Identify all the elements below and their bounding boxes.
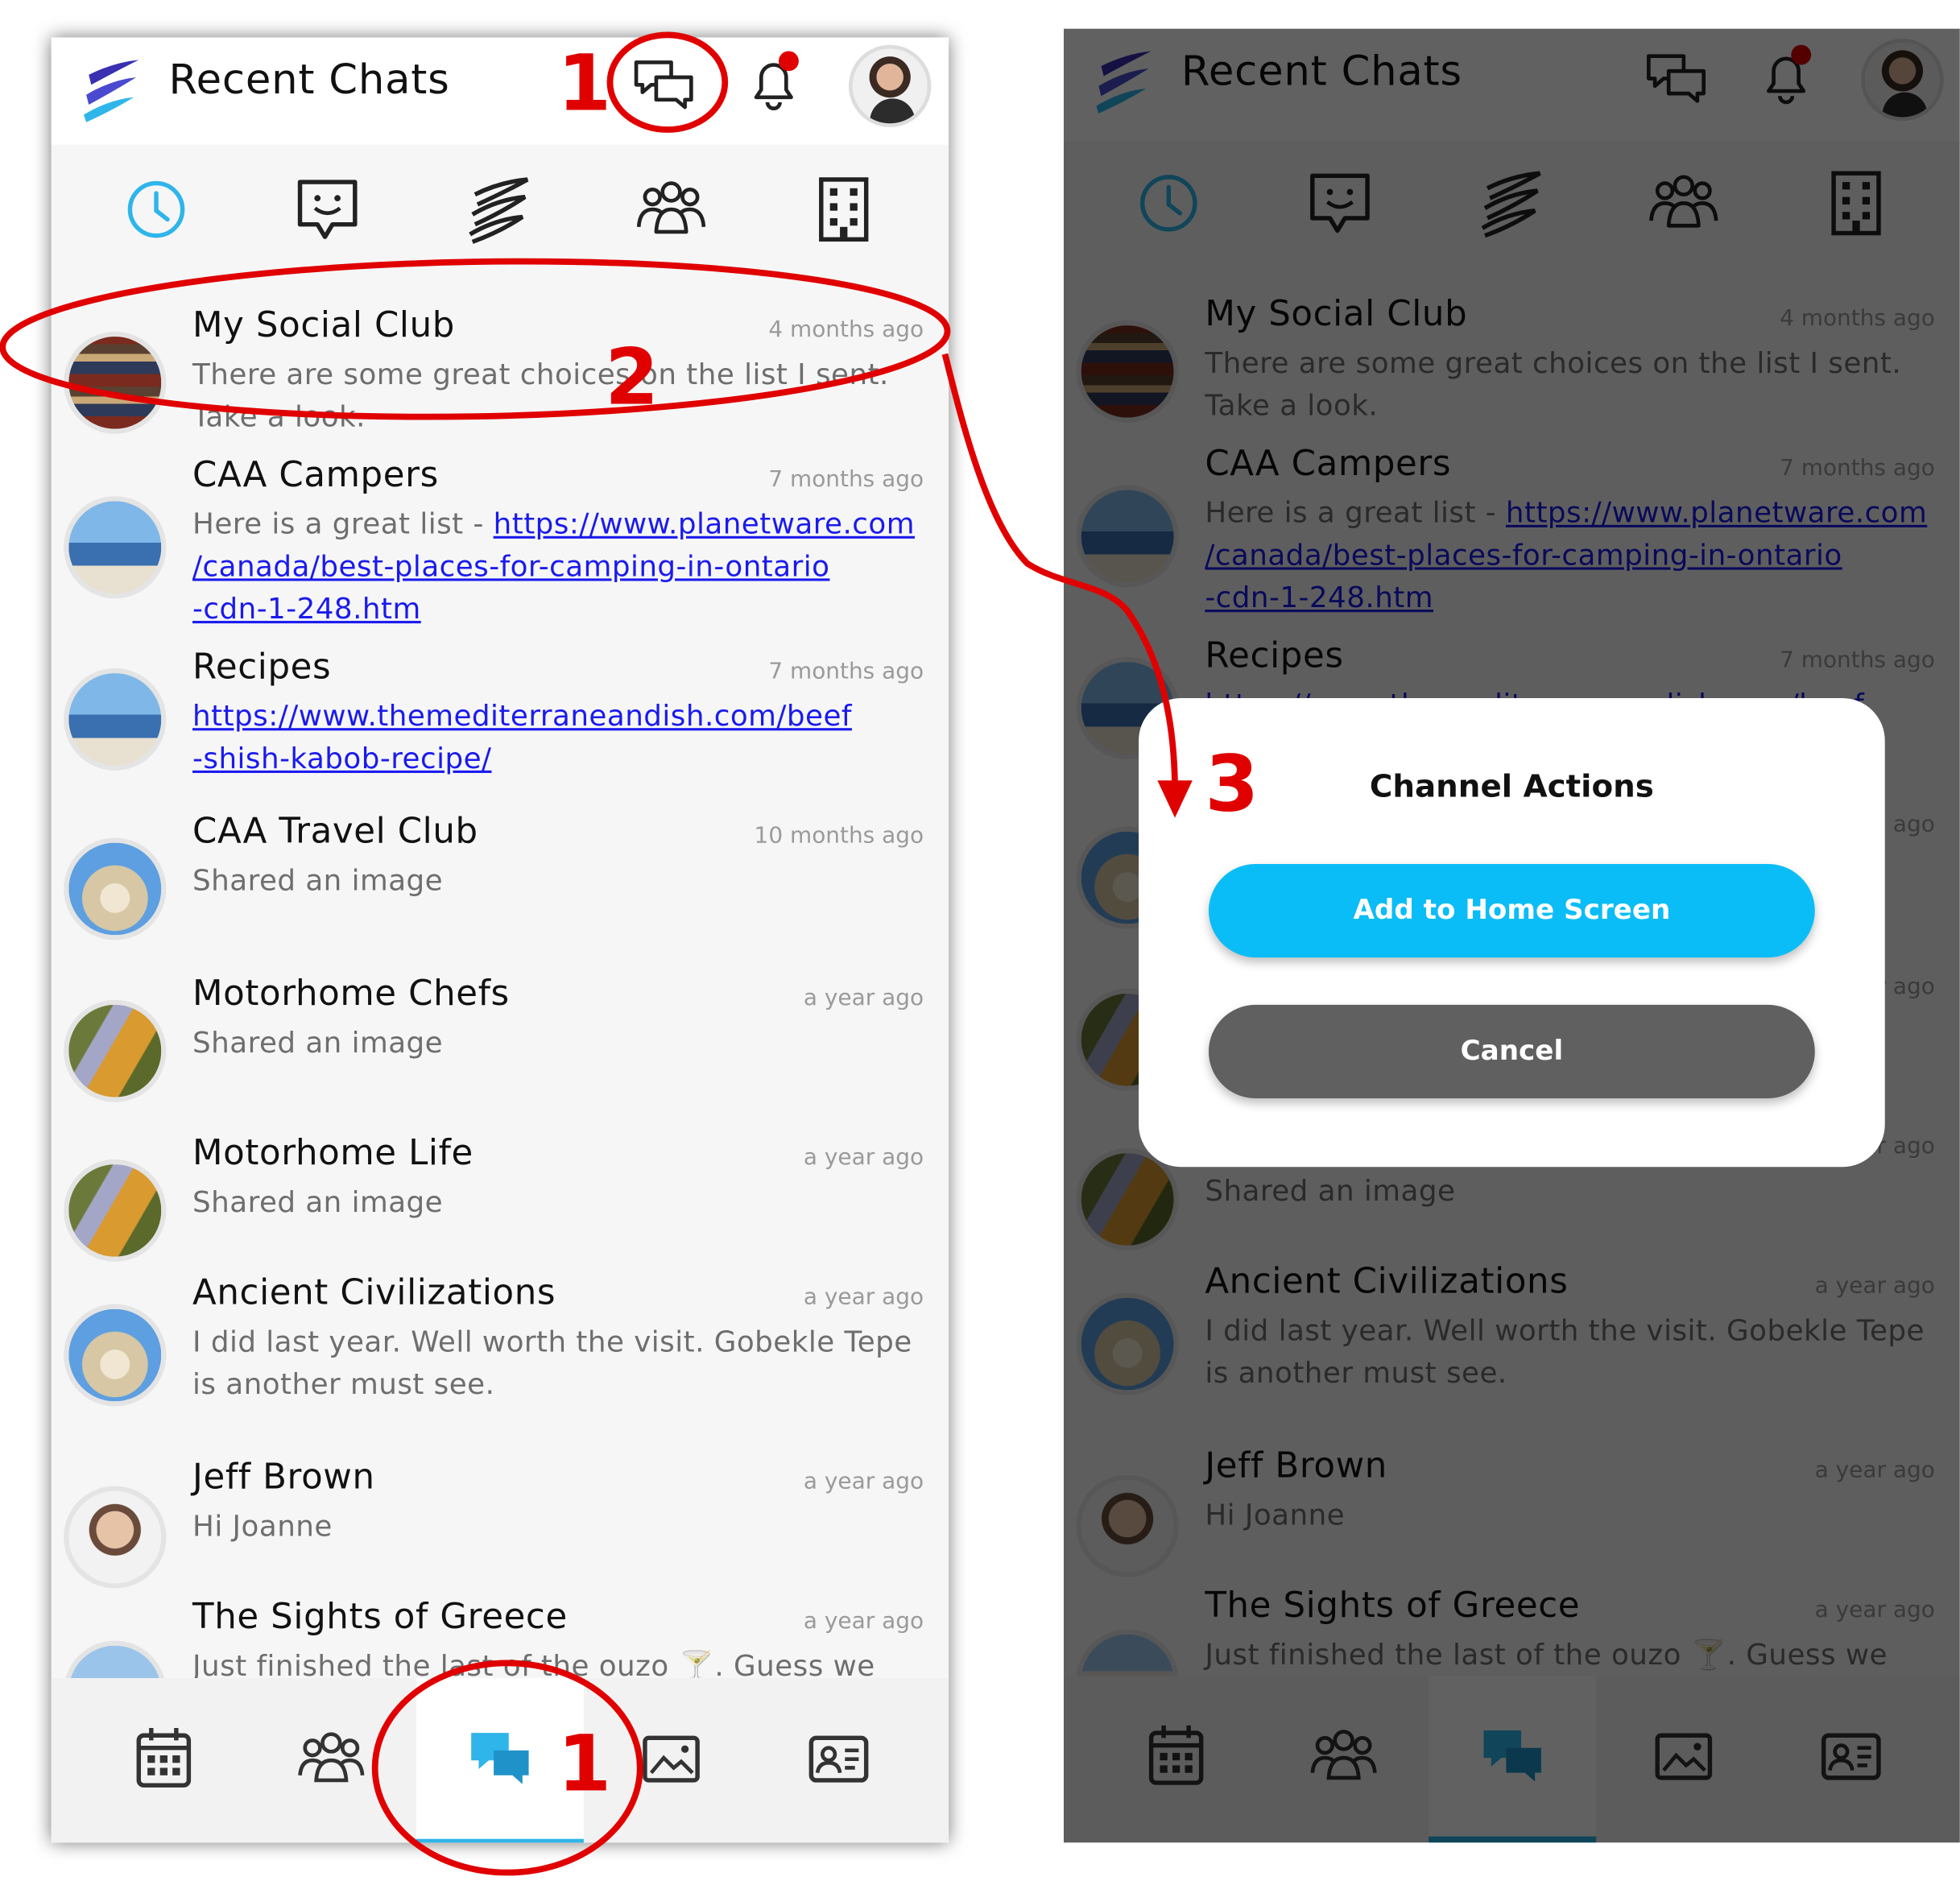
step-number-2: 2 xyxy=(605,331,660,423)
chat-row[interactable]: Ancient Civilizations a year ago I did las… xyxy=(52,1271,949,1456)
chat-time: 10 months ago xyxy=(754,822,924,849)
chat-avatar xyxy=(64,837,167,940)
chat-row[interactable]: Recipes 7 months ago https://www.themedite… xyxy=(52,646,949,810)
step-number-1-bottom: 1 xyxy=(557,1718,612,1809)
chat-preview: Shared an image xyxy=(192,865,444,898)
tutorial-figure: Recent Chats My Social Club 4 months ago… xyxy=(0,0,1960,1885)
chat-preview: There are some great choices on the list… xyxy=(192,358,889,434)
step-number-3: 3 xyxy=(1205,738,1259,829)
chat-name: CAA Campers xyxy=(192,453,439,495)
app-logo-icon xyxy=(83,60,139,122)
chat-name: Motorhome Chefs xyxy=(192,972,510,1014)
chat-row[interactable]: My Social Club 4 months ago There are some… xyxy=(52,304,949,454)
chat-name: Ancient Civilizations xyxy=(192,1271,556,1313)
chat-preview: Shared an image xyxy=(192,1027,444,1060)
chat-name: Recipes xyxy=(192,646,332,688)
chat-preview: Shared an image xyxy=(192,1186,444,1220)
top-header: Recent Chats xyxy=(51,37,949,145)
chat-preview: I did last year. Well worth the visit. G… xyxy=(192,1326,912,1402)
chat-time: a year ago xyxy=(803,1144,924,1171)
chat-name: Motorhome Life xyxy=(192,1131,473,1173)
chat-time: 7 months ago xyxy=(768,466,924,493)
chat-row[interactable]: Jeff Brown a year ago Hi Joanne xyxy=(52,1456,949,1595)
contact-card-icon[interactable] xyxy=(754,1678,921,1842)
clock-icon[interactable] xyxy=(118,172,193,247)
chat-avatar xyxy=(64,1486,167,1589)
chat-name: Jeff Brown xyxy=(192,1456,375,1498)
chat-avatar xyxy=(64,331,167,434)
chat-bubbles-icon[interactable] xyxy=(631,52,697,118)
people-icon[interactable] xyxy=(634,172,709,247)
chat-time: 4 months ago xyxy=(768,316,924,343)
chat-preview: Here is a great list - https://www.plane… xyxy=(192,504,942,631)
chat-avatar xyxy=(64,999,167,1102)
chat-row[interactable]: CAA Travel Club 10 months ago Shared an im… xyxy=(52,810,949,972)
chat-row[interactable]: Motorhome Chefs a year ago Shared an image xyxy=(52,973,949,1132)
add-to-home-screen-button[interactable]: Add to Home Screen xyxy=(1208,863,1815,958)
chat-name: My Social Club xyxy=(192,304,456,345)
chat-time: a year ago xyxy=(803,1608,924,1635)
chat-preview: https://www.themediterraneandish.com/bee… xyxy=(192,696,942,780)
chat-avatar xyxy=(64,668,167,771)
app-screen: Recent Chats xyxy=(51,37,949,1843)
chat-time: a year ago xyxy=(803,1284,924,1311)
chat-avatar xyxy=(64,1159,167,1262)
building-icon[interactable] xyxy=(806,172,881,247)
chat-avatar xyxy=(64,1304,167,1407)
chat-preview-text: Here is a great list - xyxy=(192,508,494,541)
step-number-1: 1 xyxy=(557,37,612,129)
cancel-button[interactable]: Cancel xyxy=(1208,1004,1815,1099)
chat-name: The Sights of Greece xyxy=(192,1595,568,1637)
chat-name: CAA Travel Club xyxy=(192,810,478,852)
chat-row[interactable]: Motorhome Life a year ago Shared an image xyxy=(52,1132,949,1271)
active-indicator xyxy=(416,1838,584,1843)
chat-avatar xyxy=(64,496,167,599)
category-tabs xyxy=(52,157,949,267)
smiley-chat-icon[interactable] xyxy=(290,172,365,247)
chat-time: a year ago xyxy=(803,985,924,1011)
chat-preview: Hi Joanne xyxy=(192,1511,333,1544)
bottom-navigation xyxy=(51,1678,949,1843)
logo-icon[interactable] xyxy=(462,172,537,247)
chat-time: 7 months ago xyxy=(768,658,924,685)
chat-link[interactable]: https://www.themediterraneandish.com/bee… xyxy=(192,701,852,775)
page-title: Recent Chats xyxy=(168,55,450,104)
profile-avatar[interactable] xyxy=(848,44,932,127)
calendar-icon[interactable] xyxy=(79,1678,246,1842)
chat-time: a year ago xyxy=(803,1468,924,1495)
chat-row[interactable]: CAA Campers 7 months ago Here is a great l… xyxy=(52,454,949,646)
app-screen: Recent Chats xyxy=(1063,28,1960,1843)
bell-icon[interactable] xyxy=(741,50,806,115)
